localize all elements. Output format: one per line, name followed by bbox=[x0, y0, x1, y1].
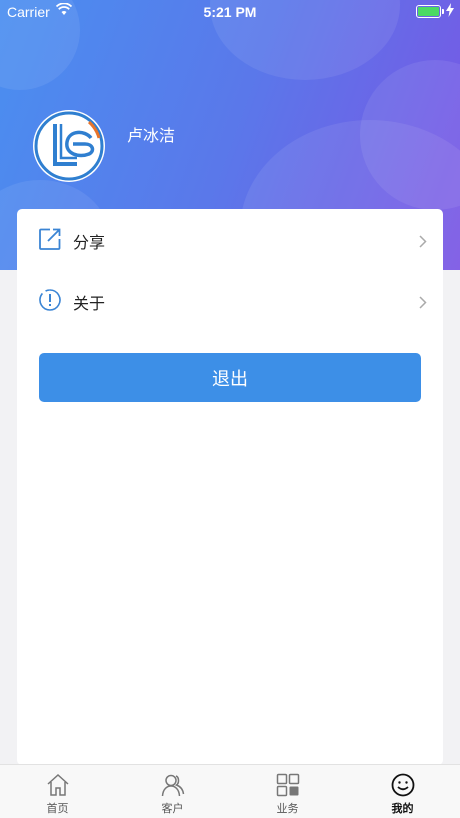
menu-item-share[interactable]: 分享 bbox=[17, 209, 443, 269]
menu-item-label: 分享 bbox=[73, 233, 106, 252]
customers-icon bbox=[161, 773, 185, 797]
menu-item-about[interactable]: 关于 bbox=[17, 270, 443, 330]
company-logo-icon bbox=[34, 111, 104, 181]
business-grid-icon bbox=[276, 773, 300, 797]
tab-home[interactable]: 首页 bbox=[0, 765, 115, 818]
charging-bolt-icon bbox=[446, 3, 454, 20]
tab-label: 客户 bbox=[161, 802, 184, 815]
menu-item-label: 关于 bbox=[73, 294, 106, 313]
tab-label: 我的 bbox=[391, 802, 414, 815]
avatar[interactable] bbox=[33, 110, 105, 182]
home-icon bbox=[46, 773, 70, 797]
share-icon bbox=[39, 228, 61, 250]
user-name: 卢冰洁 bbox=[127, 126, 176, 145]
tab-label: 首页 bbox=[46, 802, 69, 815]
tab-business[interactable]: 业务 bbox=[230, 765, 345, 818]
wifi-icon bbox=[55, 2, 73, 19]
smiley-icon bbox=[391, 773, 415, 797]
battery-icon bbox=[416, 5, 444, 18]
chevron-right-icon bbox=[419, 233, 427, 248]
menu-card: 分享 关于 退出 bbox=[17, 209, 443, 765]
tab-mine[interactable]: 我的 bbox=[345, 765, 460, 818]
tab-label: 业务 bbox=[276, 802, 299, 815]
tab-customers[interactable]: 客户 bbox=[115, 765, 230, 818]
tab-bar: 首页 客户 业务 我的 bbox=[0, 764, 460, 818]
status-bar: Carrier 5:21 PM bbox=[0, 0, 460, 24]
carrier-label: Carrier bbox=[7, 4, 50, 20]
chevron-right-icon bbox=[419, 294, 427, 309]
info-icon bbox=[39, 289, 61, 311]
logout-button[interactable]: 退出 bbox=[39, 353, 421, 402]
